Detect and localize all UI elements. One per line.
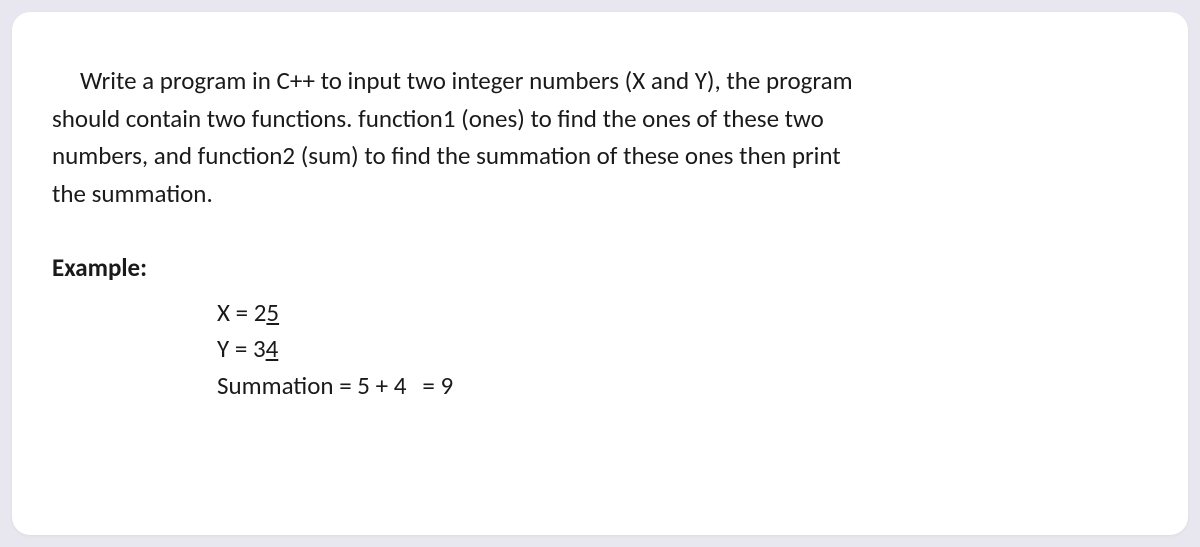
prompt-line-3: numbers, and function2 (sum) to find the… (52, 140, 841, 171)
question-card: Write a program in C++ to input two inte… (12, 12, 1188, 535)
example-sum: Summation = 5 + 4 = 9 (217, 368, 1148, 404)
y-ones-digit: 4 (266, 333, 279, 364)
sum-result: = 9 (422, 370, 453, 401)
y-prefix: Y = 3 (217, 333, 266, 364)
example-label: Example: (52, 252, 1148, 283)
example-block: X = 25 Y = 34 Summation = 5 + 4 = 9 (217, 295, 1148, 404)
sum-prefix: Summation = 5 + 4 (217, 370, 406, 401)
prompt-line-4: the summation. (52, 178, 213, 209)
x-ones-digit: 5 (266, 297, 279, 328)
example-x: X = 25 (217, 295, 1148, 331)
x-prefix: X = 2 (217, 297, 266, 328)
prompt-text: Write a program in C++ to input two inte… (52, 62, 1148, 212)
example-y: Y = 34 (217, 331, 1148, 367)
prompt-line-1: Write a program in C++ to input two inte… (80, 65, 853, 96)
prompt-line-2: should contain two functions. function1 … (52, 103, 824, 134)
